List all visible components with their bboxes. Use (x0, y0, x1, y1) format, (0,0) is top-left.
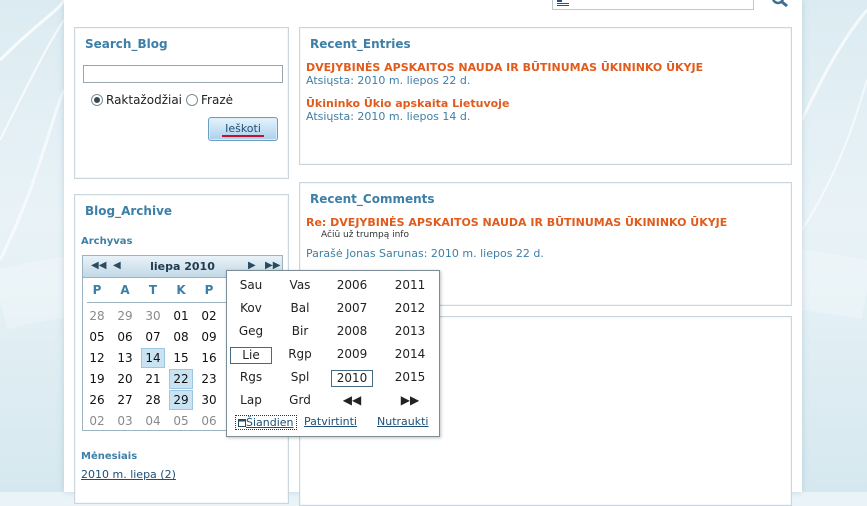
calendar-day[interactable]: 06 (113, 327, 137, 347)
blog-search-input[interactable] (83, 65, 283, 83)
calendar-day[interactable]: 28 (85, 306, 109, 326)
cancel-button[interactable]: Nutraukti (377, 415, 429, 428)
month-option[interactable]: Lie (230, 347, 272, 364)
recent-entries-title: Recent_Entries (310, 37, 411, 51)
entry-title-link[interactable]: DVEJYBINĖS APSKAITOS NAUDA IR BŪTINUMAS … (306, 61, 703, 74)
radio-keywords[interactable] (91, 94, 103, 106)
month-option[interactable]: Bir (279, 324, 321, 341)
year-option[interactable]: 2009 (331, 347, 373, 364)
month-option[interactable]: Sau (230, 278, 272, 295)
calendar-day[interactable]: 22 (169, 369, 193, 389)
entry-meta: Atsiųsta: 2010 m. liepos 22 d. (306, 74, 471, 87)
radio-keywords-label: Raktažodžiai (106, 93, 183, 107)
search-button[interactable]: Ieškoti (208, 117, 278, 141)
month-option[interactable]: Bal (279, 301, 321, 318)
calendar-day[interactable]: 01 (169, 306, 193, 326)
weekday-label: P (92, 283, 102, 297)
month-option[interactable]: Vas (279, 278, 321, 295)
month-year-picker: Sau Vas Kov Bal Geg Bir Lie Rgp Rgs Spl Lap Grd 2006… (226, 270, 440, 437)
calendar-day[interactable]: 19 (85, 369, 109, 389)
recent-comments-title: Recent_Comments (310, 192, 435, 206)
calendar-day[interactable]: 14 (141, 348, 165, 368)
calendar-day[interactable]: 08 (169, 327, 193, 347)
weekday-label: P (204, 283, 214, 297)
calendar-day[interactable]: 21 (141, 369, 165, 389)
month-archive-link[interactable]: 2010 m. liepa (2) (81, 468, 176, 481)
top-search-input[interactable] (552, 0, 754, 10)
radio-phrase-option[interactable]: Frazė (186, 93, 233, 107)
calendar-day[interactable]: 09 (197, 327, 221, 347)
flag-icon (557, 0, 569, 6)
month-option[interactable]: Geg (230, 324, 272, 341)
weekday-label: K (176, 283, 186, 297)
calendar-day[interactable]: 16 (197, 348, 221, 368)
entry-meta: Atsiųsta: 2010 m. liepos 14 d. (306, 110, 471, 123)
entry-title-link[interactable]: Ūkininko Ūkio apskaita Lietuvoje (306, 97, 509, 110)
calendar-day[interactable]: 05 (85, 327, 109, 347)
radio-phrase-label: Frazė (201, 93, 233, 107)
confirm-button[interactable]: Patvirtinti (304, 415, 357, 428)
search-blog-title: Search_Blog (85, 37, 168, 51)
year-option[interactable]: 2008 (331, 324, 373, 341)
month-option[interactable]: Grd (279, 393, 321, 410)
weekday-label: A (120, 283, 130, 297)
archive-label: Archyvas (81, 236, 133, 247)
calendar-day[interactable]: 23 (197, 369, 221, 389)
year-option[interactable]: 2011 (389, 278, 431, 295)
calendar-day[interactable]: 12 (85, 348, 109, 368)
year-option[interactable]: 2015 (389, 370, 431, 387)
calendar-day[interactable]: 29 (113, 306, 137, 326)
calendar-day[interactable]: 07 (141, 327, 165, 347)
month-option[interactable]: Lap (230, 393, 272, 410)
calendar-day[interactable]: 27 (113, 390, 137, 410)
year-option[interactable]: 2007 (331, 301, 373, 318)
today-button[interactable]: Šiandien (235, 415, 297, 430)
calendar-day[interactable]: 05 (169, 411, 193, 431)
search-icon[interactable] (770, 0, 790, 10)
calendar-day[interactable]: 29 (169, 390, 193, 410)
year-option[interactable]: 2014 (389, 347, 431, 364)
year-option[interactable]: 2010 (331, 370, 373, 387)
prev-years-icon[interactable]: ◀◀ (331, 393, 373, 410)
year-option[interactable]: 2012 (389, 301, 431, 318)
weekday-label: T (148, 283, 158, 297)
calendar-day[interactable]: 30 (141, 306, 165, 326)
month-option[interactable]: Rgp (279, 347, 321, 364)
comment-body: Ačiū už trumpą info (321, 230, 409, 240)
calendar-icon (238, 419, 246, 427)
next-years-icon[interactable]: ▶▶ (389, 393, 431, 410)
calendar-day[interactable]: 13 (113, 348, 137, 368)
year-option[interactable]: 2006 (331, 278, 373, 295)
calendar-day[interactable]: 03 (113, 411, 137, 431)
calendar-day[interactable]: 26 (85, 390, 109, 410)
recent-entries-panel: Recent_Entries DVEJYBINĖS APSKAITOS NAUD… (299, 27, 792, 165)
month-option[interactable]: Kov (230, 301, 272, 318)
months-label: Mėnesiais (81, 451, 138, 462)
radio-keywords-option[interactable]: Raktažodžiai (91, 93, 182, 107)
calendar-day[interactable]: 02 (197, 306, 221, 326)
search-blog-panel: Search_Blog Raktažodžiai Frazė Ieškoti (74, 27, 289, 179)
year-option[interactable]: 2013 (389, 324, 431, 341)
calendar-day[interactable]: 04 (141, 411, 165, 431)
calendar-day[interactable]: 20 (113, 369, 137, 389)
radio-phrase[interactable] (186, 94, 198, 106)
calendar-day[interactable]: 28 (141, 390, 165, 410)
calendar-day[interactable]: 30 (197, 390, 221, 410)
search-button-label: Ieškoti (222, 122, 264, 137)
month-option[interactable]: Rgs (230, 370, 272, 387)
comment-title-link[interactable]: Re: DVEJYBINĖS APSKAITOS NAUDA IR BŪTINU… (306, 216, 727, 229)
calendar-day[interactable]: 06 (197, 411, 221, 431)
calendar-day[interactable]: 02 (85, 411, 109, 431)
comment-meta: Parašė Jonas Sarunas: 2010 m. liepos 22 … (306, 247, 544, 260)
month-option[interactable]: Spl (279, 370, 321, 387)
blog-archive-title: Blog_Archive (85, 204, 173, 218)
calendar-day[interactable]: 15 (169, 348, 193, 368)
today-label: Šiandien (246, 416, 294, 429)
